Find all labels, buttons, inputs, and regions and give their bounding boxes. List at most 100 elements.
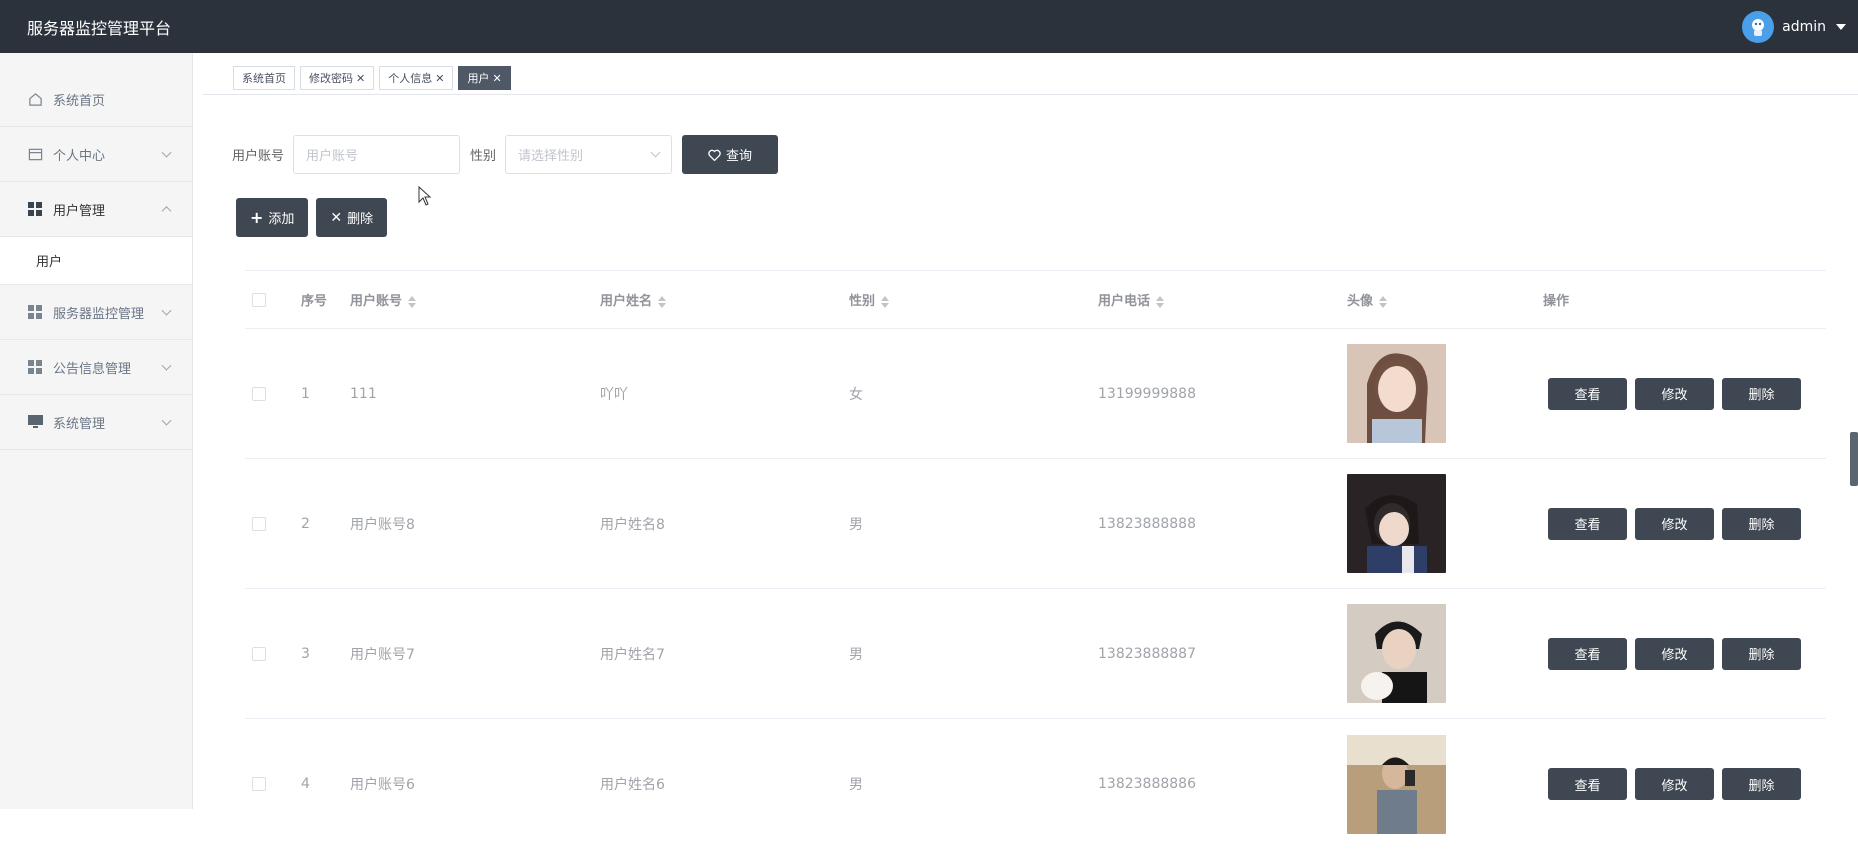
view-button[interactable]: 查看 (1548, 507, 1627, 540)
sidebar-item-system[interactable]: 系统管理 (0, 395, 192, 450)
sidebar-item-user-management[interactable]: 用户管理 (0, 182, 192, 237)
edit-button[interactable]: 修改 (1635, 507, 1714, 540)
delete-button[interactable]: 删除 (1722, 377, 1801, 410)
user-menu[interactable]: admin (1742, 10, 1846, 43)
tab-profile-info[interactable]: 个人信息 ✕ (379, 66, 454, 90)
grid-icon (27, 304, 43, 320)
cell-account: 用户账号7 (350, 646, 415, 663)
tab-bar: 系统首页 修改密码 ✕ 个人信息 ✕ 用户 ✕ (233, 66, 511, 90)
sidebar-item-server-monitor[interactable]: 服务器监控管理 (0, 285, 192, 340)
account-search-input[interactable]: 用户账号 (293, 135, 461, 174)
edit-button[interactable]: 修改 (1635, 637, 1714, 670)
col-index: 序号 (301, 294, 328, 309)
view-button[interactable]: 查看 (1548, 768, 1627, 800)
row-checkbox[interactable] (252, 386, 266, 401)
user-avatar-image[interactable] (1347, 474, 1446, 573)
delete-button[interactable]: 删除 (1722, 768, 1801, 800)
table-row: 4 用户账号6 用户姓名6 男 13823888886 查看 修改 删除 (245, 719, 1826, 849)
cell-account: 用户账号8 (350, 516, 415, 533)
chevron-down-icon (161, 360, 172, 371)
tab-home[interactable]: 系统首页 (233, 66, 295, 90)
close-icon[interactable]: ✕ (435, 72, 444, 85)
mouse-cursor-icon (418, 186, 432, 206)
gender-label: 性别 (470, 149, 497, 164)
col-account[interactable]: 用户账号 (350, 290, 600, 309)
grid-icon (27, 359, 43, 375)
tab-label: 个人信息 (388, 72, 433, 85)
user-avatar-image[interactable] (1347, 604, 1446, 703)
cell-gender: 女 (849, 386, 863, 403)
close-icon[interactable]: ✕ (492, 72, 501, 85)
caret-down-icon[interactable] (1836, 23, 1846, 30)
row-checkbox[interactable] (252, 777, 266, 791)
action-bar: + 添加 ✕ 删除 (236, 198, 388, 237)
user-avatar[interactable] (1742, 10, 1775, 43)
scrollbar-thumb[interactable] (1850, 432, 1858, 486)
user-table: 序号 用户账号 用户姓名 性别 用户电话 头像 操作 1 111 吖吖 女 13… (245, 270, 1826, 849)
col-phone-label: 用户电话 (1098, 294, 1151, 309)
monitor-icon (27, 414, 43, 430)
row-checkbox[interactable] (252, 516, 266, 531)
col-avatar-label: 头像 (1347, 294, 1374, 309)
cell-name: 用户姓名8 (600, 516, 665, 533)
sidebar-item-profile[interactable]: 个人中心 (0, 127, 192, 182)
delete-button-label: 删除 (347, 212, 374, 227)
cell-account: 用户账号6 (350, 777, 415, 793)
sidebar: 系统首页 个人中心 用户管理 用户 服务器监控管理 公告信息管理 系统管理 (0, 53, 193, 809)
plus-icon: + (250, 208, 264, 227)
sidebar-subitem-user[interactable]: 用户 (0, 237, 192, 285)
top-header: 服务器监控管理平台 admin (0, 0, 1858, 53)
table-row: 3 用户账号7 用户姓名7 男 13823888887 查看 修改 删除 (245, 589, 1826, 719)
cell-index: 1 (301, 385, 310, 402)
table-header: 序号 用户账号 用户姓名 性别 用户电话 头像 操作 (245, 270, 1826, 329)
user-avatar-image[interactable] (1347, 734, 1446, 834)
edit-button[interactable]: 修改 (1635, 768, 1714, 800)
sidebar-item-home[interactable]: 系统首页 (0, 72, 192, 127)
account-label: 用户账号 (232, 149, 285, 164)
add-button[interactable]: + 添加 (236, 198, 309, 237)
cell-phone: 13823888888 (1098, 515, 1196, 532)
view-button[interactable]: 查看 (1548, 377, 1627, 410)
cell-account: 111 (350, 385, 377, 402)
cell-index: 3 (301, 645, 310, 662)
col-account-label: 用户账号 (350, 294, 403, 309)
close-icon[interactable]: ✕ (356, 72, 365, 85)
sort-icon[interactable] (658, 295, 667, 308)
sort-icon[interactable] (1156, 295, 1165, 308)
col-avatar[interactable]: 头像 (1347, 290, 1543, 309)
edit-button[interactable]: 修改 (1635, 377, 1714, 410)
delete-button[interactable]: 删除 (1722, 507, 1801, 540)
tab-label: 系统首页 (242, 72, 286, 85)
sort-icon[interactable] (881, 295, 890, 308)
view-button[interactable]: 查看 (1548, 637, 1627, 670)
sort-icon[interactable] (408, 295, 417, 308)
user-avatar-image[interactable] (1347, 344, 1446, 443)
tab-user[interactable]: 用户 ✕ (458, 66, 511, 90)
user-name[interactable]: admin (1782, 19, 1826, 35)
col-gender-label: 性别 (849, 294, 876, 309)
sort-icon[interactable] (1379, 295, 1388, 308)
gender-select[interactable]: 请选择性别 (505, 135, 673, 174)
sidebar-item-label: 用户管理 (53, 203, 106, 219)
batch-delete-button[interactable]: ✕ 删除 (316, 198, 388, 237)
home-icon (27, 91, 43, 107)
sidebar-item-label: 系统管理 (53, 416, 106, 432)
delete-button[interactable]: 删除 (1722, 637, 1801, 670)
cell-gender: 男 (849, 646, 863, 663)
col-phone[interactable]: 用户电话 (1098, 290, 1347, 309)
sidebar-item-label: 个人中心 (53, 148, 106, 164)
heart-icon (708, 149, 721, 161)
sidebar-item-notice[interactable]: 公告信息管理 (0, 340, 192, 395)
select-all-checkbox[interactable] (252, 292, 266, 307)
search-form: 用户账号 用户账号 性别 请选择性别 查询 (232, 135, 779, 174)
chevron-down-icon (650, 147, 661, 158)
query-button[interactable]: 查询 (682, 135, 779, 174)
col-name[interactable]: 用户姓名 (600, 290, 849, 309)
chevron-up-icon (161, 206, 172, 217)
cell-gender: 男 (849, 777, 863, 793)
table-row: 1 111 吖吖 女 13199999888 查看 修改 删除 (245, 329, 1826, 459)
cell-phone: 13823888887 (1098, 645, 1196, 662)
tab-change-password[interactable]: 修改密码 ✕ (300, 66, 375, 90)
col-gender[interactable]: 性别 (849, 290, 1098, 309)
row-checkbox[interactable] (252, 646, 266, 661)
